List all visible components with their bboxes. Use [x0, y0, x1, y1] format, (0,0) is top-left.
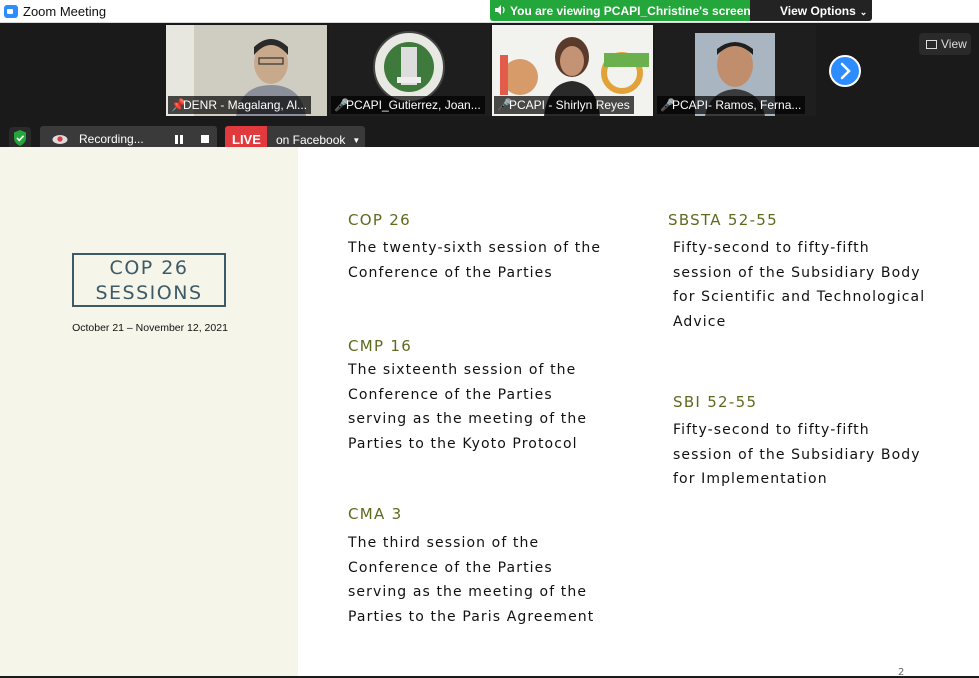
- view-label: View: [941, 37, 967, 51]
- chevron-right-icon: [840, 62, 851, 80]
- participant-video-tile[interactable]: 📌DENR - Magalang, Al...: [166, 25, 327, 116]
- pause-recording-button[interactable]: [175, 135, 183, 144]
- stop-recording-button[interactable]: [201, 135, 209, 143]
- security-shield-button[interactable]: [9, 127, 31, 149]
- participant-video-tile[interactable]: 🎤PCAPI - Shirlyn Reyes: [492, 25, 653, 116]
- participant-video-tile[interactable]: 🎤PCAPI- Ramos, Ferna...: [655, 25, 816, 116]
- session-description-line: serving as the meeting of the: [348, 411, 588, 428]
- pin-icon: 📌: [171, 98, 186, 112]
- shared-screen: COP 26 SESSIONS October 21 – November 12…: [0, 147, 979, 678]
- session-description-line: for Scientific and Technological: [673, 289, 926, 306]
- participant-video-tile[interactable]: 🎤PCAPI_Gutierrez, Joan...: [329, 25, 490, 116]
- participant-name-label: 🎤PCAPI - Shirlyn Reyes: [494, 96, 634, 114]
- session-description-line: serving as the meeting of the: [348, 584, 588, 601]
- session-description-line: session of the Subsidiary Body: [673, 264, 921, 281]
- caret-down-icon: ▼: [352, 136, 361, 145]
- grid-icon: [926, 40, 937, 49]
- session-cmp16: CMP 16 The sixteenth session of the Conf…: [348, 337, 587, 456]
- view-options-label: View Options: [780, 4, 856, 18]
- recording-label: Recording...: [79, 132, 144, 146]
- slide-date: October 21 – November 12, 2021: [72, 322, 228, 334]
- session-description-line: Parties to the Paris Agreement: [348, 608, 595, 625]
- session-heading: SBI 52-55: [673, 393, 758, 411]
- slide-title-line2: SESSIONS: [95, 282, 203, 304]
- share-banner-text: You are viewing PCAPI_Christine's screen: [510, 4, 751, 18]
- session-sbsta: SBSTA 52-55 Fifty-second to fifty-fifth …: [668, 211, 925, 334]
- session-description-line: The twenty-sixth session of the: [348, 240, 602, 256]
- chevron-down-icon: ⌄: [859, 7, 868, 17]
- speaker-icon: [495, 5, 505, 15]
- slide-page-number: 2: [898, 667, 905, 678]
- next-page-button[interactable]: [829, 55, 861, 87]
- zoom-app-icon: [4, 5, 18, 18]
- session-description-line: The third session of the: [348, 535, 540, 551]
- session-description-line: Conference of the Parties: [348, 264, 553, 281]
- view-layout-button[interactable]: View: [919, 33, 971, 55]
- session-description-line: Conference of the Parties: [348, 386, 553, 403]
- participant-name-label: 📌DENR - Magalang, Al...: [168, 96, 312, 114]
- window-title: Zoom Meeting: [23, 4, 107, 19]
- session-description-line: session of the Subsidiary Body: [673, 446, 921, 463]
- cloud-recording-icon: [52, 135, 68, 144]
- session-description-line: for Implementation: [673, 471, 828, 488]
- mic-muted-icon: 🎤: [334, 98, 349, 112]
- session-description-line: Fifty-second to fifty-fifth: [673, 240, 870, 256]
- session-sbi: SBI 52-55 Fifty-second to fifty-fifth se…: [673, 393, 921, 492]
- view-options-button[interactable]: View Options ⌄: [750, 0, 872, 21]
- participant-name-label: 🎤PCAPI_Gutierrez, Joan...: [331, 96, 485, 114]
- slide-title-line1: COP 26: [109, 257, 189, 279]
- slide-title-box: COP 26 SESSIONS: [72, 253, 226, 307]
- session-cop26: COP 26 The twenty-sixth session of the C…: [348, 211, 601, 285]
- slide-left-panel: COP 26 SESSIONS October 21 – November 12…: [0, 147, 298, 676]
- session-heading: CMA 3: [348, 505, 403, 523]
- session-description-line: The sixteenth session of the: [348, 362, 577, 378]
- session-cma3: CMA 3 The third session of the Conferenc…: [348, 505, 594, 629]
- session-description-line: Conference of the Parties: [348, 559, 553, 576]
- mic-muted-icon: 🎤: [497, 98, 512, 112]
- session-heading: COP 26: [348, 211, 411, 229]
- live-target-label: on Facebook: [276, 133, 346, 147]
- session-heading: CMP 16: [348, 337, 413, 355]
- session-description-line: Fifty-second to fifty-fifth: [673, 422, 870, 438]
- shield-icon: [14, 130, 26, 146]
- session-description-line: Advice: [673, 313, 727, 330]
- mic-muted-icon: 🎤: [660, 98, 675, 112]
- session-description-line: Parties to the Kyoto Protocol: [348, 435, 578, 452]
- participant-name-label: 🎤PCAPI- Ramos, Ferna...: [657, 96, 806, 114]
- screen-share-banner: You are viewing PCAPI_Christine's screen: [490, 0, 751, 21]
- session-heading: SBSTA 52-55: [668, 211, 778, 229]
